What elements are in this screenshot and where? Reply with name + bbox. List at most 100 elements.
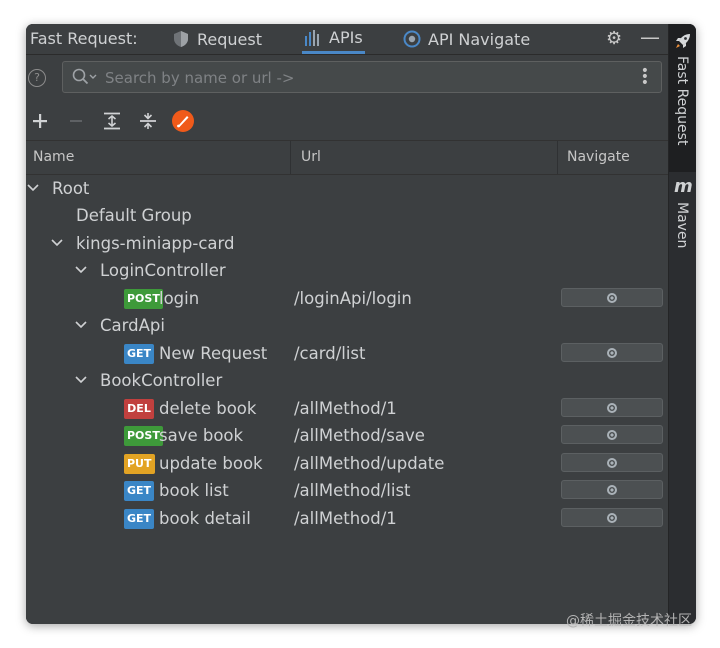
- api-url: /allMethod/1: [294, 509, 397, 528]
- navigate-icon: [607, 402, 617, 413]
- tree-node-module[interactable]: kings-miniapp-card: [26, 231, 668, 258]
- api-row[interactable]: DEL delete book /allMethod/1: [26, 396, 668, 423]
- api-name: save book: [159, 426, 244, 445]
- api-name: update book: [159, 454, 263, 473]
- tab-request-label: Request: [197, 29, 262, 49]
- search-row: ? •••: [26, 55, 668, 101]
- api-url: /allMethod/1: [294, 399, 397, 418]
- tab-bar: Fast Request: Request APIs API Navigate: [26, 24, 668, 55]
- api-name: book list: [159, 481, 229, 500]
- navigate-button[interactable]: [561, 343, 663, 362]
- chevron-down-icon[interactable]: [74, 263, 88, 277]
- api-name: delete book: [159, 399, 257, 418]
- api-url: /allMethod/list: [294, 481, 411, 500]
- chevron-down-icon[interactable]: [26, 181, 40, 195]
- navigate-button[interactable]: [561, 398, 663, 417]
- search-input[interactable]: [103, 66, 627, 90]
- api-url: /card/list: [294, 344, 366, 363]
- api-row[interactable]: GET book detail /allMethod/1: [26, 506, 668, 533]
- sidebar-item-fast-request[interactable]: Fast Request: [669, 24, 696, 172]
- navigate-button[interactable]: [561, 288, 663, 307]
- method-badge-post: POST: [124, 289, 163, 309]
- shield-icon: [172, 30, 190, 48]
- api-row[interactable]: POST save book /allMethod/save: [26, 423, 668, 450]
- tree-node-login-controller[interactable]: LoginController: [26, 258, 668, 285]
- method-badge-get: GET: [124, 481, 155, 501]
- api-row[interactable]: GET New Request /card/list: [26, 341, 668, 368]
- column-url[interactable]: Url: [301, 141, 321, 174]
- chevron-down-icon[interactable]: [50, 236, 64, 250]
- navigate-button[interactable]: [561, 453, 663, 472]
- watermark: @稀土掘金技术社区: [566, 613, 692, 629]
- search-box[interactable]: •••: [62, 61, 662, 93]
- method-badge-delete: DEL: [124, 399, 154, 419]
- method-badge-get: GET: [124, 344, 155, 364]
- tab-api-navigate[interactable]: API Navigate: [403, 24, 530, 54]
- column-header: Name Url Navigate: [26, 140, 668, 175]
- api-name: book detail: [159, 509, 251, 528]
- method-badge-get: GET: [124, 509, 155, 529]
- target-icon: [403, 30, 421, 48]
- navigate-icon: [607, 512, 617, 523]
- navigate-icon: [607, 292, 617, 303]
- tree-node-label: LoginController: [100, 261, 226, 280]
- chevron-down-icon[interactable]: [74, 373, 88, 387]
- help-icon[interactable]: ?: [28, 69, 46, 87]
- navigate-button[interactable]: [561, 508, 663, 527]
- api-name: login: [159, 289, 200, 308]
- api-row[interactable]: POST login /loginApi/login: [26, 286, 668, 313]
- fast-request-panel: Fast Request: Request APIs API Navigate: [26, 24, 668, 624]
- right-tool-sidebar: Fast Request m Maven: [668, 24, 696, 624]
- navigate-icon: [607, 429, 617, 440]
- more-options-icon[interactable]: • • •: [641, 64, 649, 90]
- tab-api-navigate-label: API Navigate: [428, 29, 531, 49]
- search-icon[interactable]: [72, 68, 98, 90]
- api-row[interactable]: PUT update book /allMethod/update: [26, 451, 668, 478]
- brush-icon[interactable]: [171, 109, 195, 133]
- tree-node-label: Root: [52, 179, 90, 198]
- tab-apis[interactable]: APIs: [302, 24, 365, 54]
- api-url: /allMethod/update: [294, 454, 445, 473]
- panel-title: Fast Request:: [30, 29, 138, 48]
- tree-node-book-controller[interactable]: BookController: [26, 368, 668, 395]
- tree-node-label: BookController: [100, 371, 223, 390]
- tree-node-label: Default Group: [76, 206, 192, 225]
- tree-node-root[interactable]: Root: [26, 176, 668, 203]
- tree-node-label: kings-miniapp-card: [76, 234, 235, 253]
- navigate-icon: [607, 347, 617, 358]
- api-url: /allMethod/save: [294, 426, 425, 445]
- remove-icon[interactable]: [64, 109, 88, 133]
- maven-icon: m: [674, 176, 693, 197]
- navigate-button[interactable]: [561, 425, 663, 444]
- toolbar: [26, 104, 668, 138]
- sidebar-item-maven[interactable]: m Maven: [669, 174, 696, 254]
- method-badge-post: POST: [124, 426, 163, 446]
- chevron-down-icon[interactable]: [74, 318, 88, 332]
- column-name[interactable]: Name: [33, 141, 74, 174]
- api-name: New Request: [159, 344, 268, 363]
- tree-node-label: CardApi: [100, 316, 165, 335]
- add-icon[interactable]: [28, 109, 52, 133]
- sidebar-item-label: Fast Request: [674, 56, 690, 146]
- collapse-all-icon[interactable]: [136, 109, 160, 133]
- tab-request[interactable]: Request: [172, 24, 262, 54]
- tree-node-default-group[interactable]: Default Group: [26, 203, 668, 230]
- fast-request-window: Fast Request: Request APIs API Navigate: [26, 24, 696, 624]
- sidebar-item-label: Maven: [674, 202, 690, 249]
- api-url: /loginApi/login: [294, 289, 412, 308]
- column-divider: [290, 141, 291, 174]
- rocket-icon: [674, 32, 692, 54]
- api-row[interactable]: GET book list /allMethod/list: [26, 478, 668, 505]
- navigate-icon: [607, 457, 617, 468]
- method-badge-put: PUT: [124, 454, 155, 474]
- column-navigate[interactable]: Navigate: [567, 141, 630, 174]
- tab-apis-label: APIs: [329, 28, 363, 47]
- tree-node-card-api[interactable]: CardApi: [26, 313, 668, 340]
- expand-all-icon[interactable]: [100, 109, 124, 133]
- column-divider: [557, 141, 558, 174]
- api-tree: Root Default Group kings-miniapp-card Lo…: [26, 174, 668, 624]
- gear-icon[interactable]: ⚙: [606, 28, 622, 49]
- navigate-button[interactable]: [561, 480, 663, 499]
- minus-icon[interactable]: —: [640, 25, 660, 49]
- navigate-icon: [607, 484, 617, 495]
